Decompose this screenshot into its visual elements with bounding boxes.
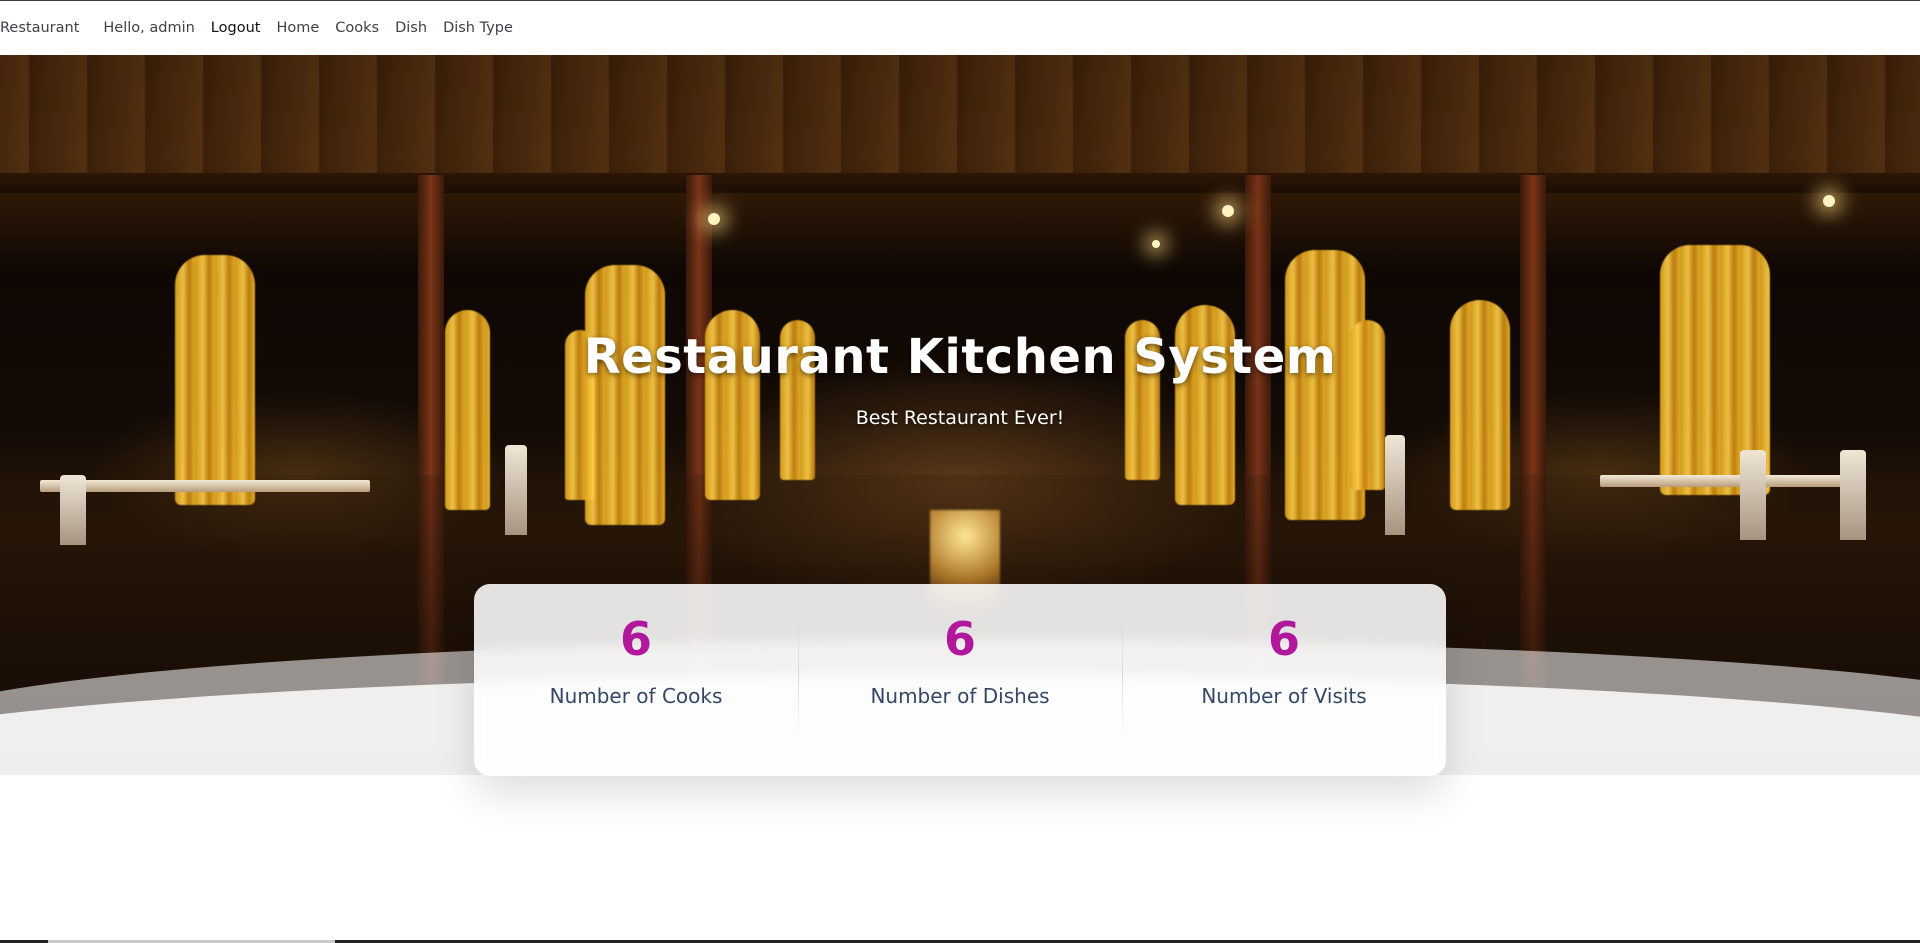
lamp-decoration: [1222, 205, 1234, 217]
stat-value: 6: [619, 612, 652, 666]
greeting-text: Hello, admin: [103, 20, 195, 36]
stat-dishes: 6 Number of Dishes: [798, 584, 1122, 776]
nav-items: Hello, admin Logout Home Cooks Dish Dish…: [103, 20, 529, 36]
lamp-decoration: [1823, 195, 1835, 207]
lamp-decoration: [1152, 240, 1160, 248]
chair-decoration: [1740, 450, 1766, 540]
stat-value: 6: [1267, 612, 1300, 666]
nav-logout-link[interactable]: Logout: [211, 20, 261, 36]
stat-label: Number of Dishes: [870, 684, 1050, 708]
nav-dish-type-link[interactable]: Dish Type: [443, 20, 513, 36]
stat-value: 6: [943, 612, 976, 666]
chair-decoration: [1840, 450, 1866, 540]
stat-cooks: 6 Number of Cooks: [474, 584, 798, 776]
chair-decoration: [505, 445, 527, 535]
table-decoration: [1600, 475, 1860, 487]
nav-cooks-link[interactable]: Cooks: [335, 20, 379, 36]
hero-title: Restaurant Kitchen System: [583, 329, 1337, 385]
chair-decoration: [60, 475, 86, 545]
stat-visits: 6 Number of Visits: [1122, 584, 1446, 776]
stats-card: 6 Number of Cooks 6 Number of Dishes 6 N…: [474, 584, 1446, 776]
stat-label: Number of Cooks: [549, 684, 723, 708]
chair-decoration: [1385, 435, 1405, 535]
top-navbar: Restaurant Hello, admin Logout Home Cook…: [0, 0, 1920, 55]
hero-beam-decoration: [0, 173, 1920, 193]
table-decoration: [40, 480, 370, 492]
stat-label: Number of Visits: [1201, 684, 1367, 708]
hero-subtitle: Best Restaurant Ever!: [855, 407, 1065, 429]
curtain-decoration: [585, 265, 665, 525]
lamp-decoration: [708, 213, 720, 225]
hero-ceiling-decoration: [0, 55, 1920, 185]
nav-dish-link[interactable]: Dish: [395, 20, 427, 36]
nav-home-link[interactable]: Home: [276, 20, 319, 36]
brand-link[interactable]: Restaurant: [0, 20, 79, 36]
